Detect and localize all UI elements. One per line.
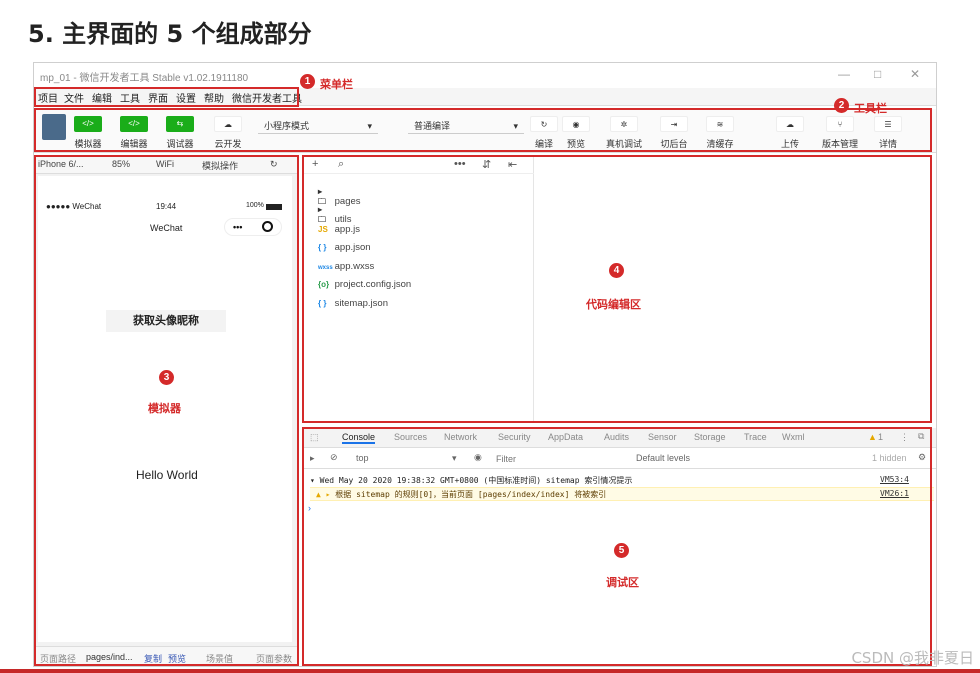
annotation-label-2: 工具栏: [854, 103, 887, 115]
close-button[interactable]: ✕: [910, 67, 920, 81]
editor-highlight: [302, 155, 932, 423]
window-title: mp_01 - 微信开发者工具 Stable v1.02.1911180: [40, 73, 249, 84]
annotation-label-5: 调试区: [606, 577, 639, 589]
minimize-button[interactable]: —: [838, 67, 850, 81]
annotation-badge-5: 5: [614, 543, 629, 558]
watermark: CSDN @我非夏日: [851, 649, 974, 667]
bottom-divider: [0, 669, 980, 673]
annotation-label-4: 代码编辑区: [586, 299, 641, 311]
annotation-badge-1: 1: [300, 74, 315, 89]
annotation-badge-3: 3: [159, 370, 174, 385]
menu-bar-highlight: [34, 87, 299, 107]
toolbar-highlight: [34, 108, 932, 152]
page-heading: 5. 主界面的 5 个组成部分: [28, 20, 312, 48]
annotation-badge-4: 4: [609, 263, 624, 278]
maximize-button[interactable]: □: [874, 67, 881, 81]
annotation-badge-2: 2: [834, 98, 849, 113]
annotation-label-1: 菜单栏: [320, 79, 353, 91]
annotation-label-3: 模拟器: [148, 403, 181, 415]
